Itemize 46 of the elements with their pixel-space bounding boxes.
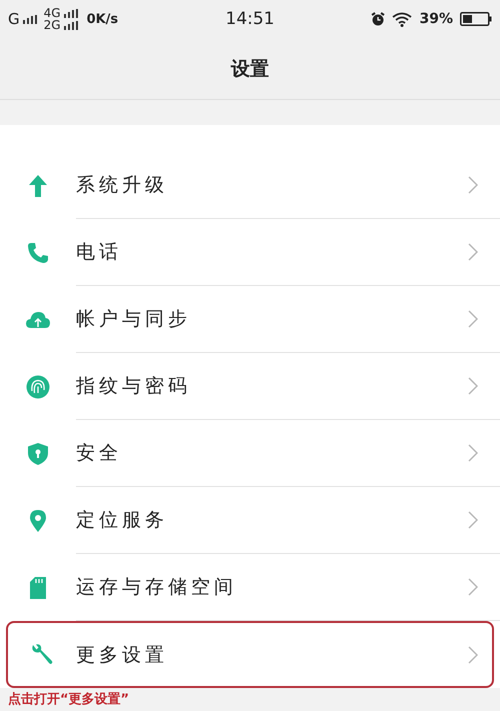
page-title: 设置: [231, 56, 269, 82]
chevron-right-icon: [468, 444, 478, 462]
network-label: 2G: [44, 19, 61, 31]
battery-icon: [460, 12, 492, 26]
settings-item[interactable]: 安全: [0, 420, 500, 487]
item-label: 定位服务: [76, 508, 168, 533]
sd-card-icon: [29, 576, 47, 600]
item-label: 运存与存储空间: [76, 575, 237, 600]
chevron-right-icon: [468, 310, 478, 328]
chevron-right-icon: [468, 646, 478, 664]
settings-item[interactable]: 帐户与同步: [0, 286, 500, 353]
settings-item[interactable]: 电话: [0, 219, 500, 286]
chevron-right-icon: [468, 511, 478, 529]
chevron-right-icon: [468, 243, 478, 261]
chevron-right-icon: [468, 377, 478, 395]
item-label: 系统升级: [76, 173, 168, 198]
item-label: 指纹与密码: [76, 374, 191, 399]
phone-icon: [27, 242, 49, 264]
cloud-icon: [25, 310, 51, 328]
arrow-up-icon: [28, 174, 48, 198]
chevron-right-icon: [468, 176, 478, 194]
battery-percent: 39%: [419, 11, 453, 27]
signal-icon: [64, 20, 78, 30]
speed-label: 0K/s: [86, 12, 118, 26]
chevron-right-icon: [468, 578, 478, 596]
clock-time: 14:51: [226, 9, 274, 29]
network-label: 4G: [44, 7, 61, 19]
signal-icon: [64, 8, 78, 18]
item-label: 电话: [76, 240, 122, 265]
settings-item[interactable]: 运存与存储空间: [0, 554, 500, 621]
alarm-icon: [371, 12, 386, 26]
shield-icon: [27, 442, 49, 466]
settings-item[interactable]: 更多设置: [6, 621, 494, 688]
wrench-icon: [30, 642, 54, 666]
fingerprint-icon: [26, 374, 50, 398]
item-label: 安全: [76, 441, 122, 466]
annotation-caption: 点击打开“更多设置”: [7, 691, 130, 708]
settings-item[interactable]: 系统升级: [0, 152, 500, 219]
settings-item[interactable]: 指纹与密码: [0, 353, 500, 420]
wifi-icon: [392, 12, 412, 26]
location-pin-icon: [29, 508, 47, 532]
signal-icon: [22, 14, 37, 24]
item-label: 更多设置: [76, 642, 168, 668]
item-label: 帐户与同步: [76, 307, 191, 332]
settings-item[interactable]: 定位服务: [0, 487, 500, 554]
network-label: G: [8, 10, 20, 28]
